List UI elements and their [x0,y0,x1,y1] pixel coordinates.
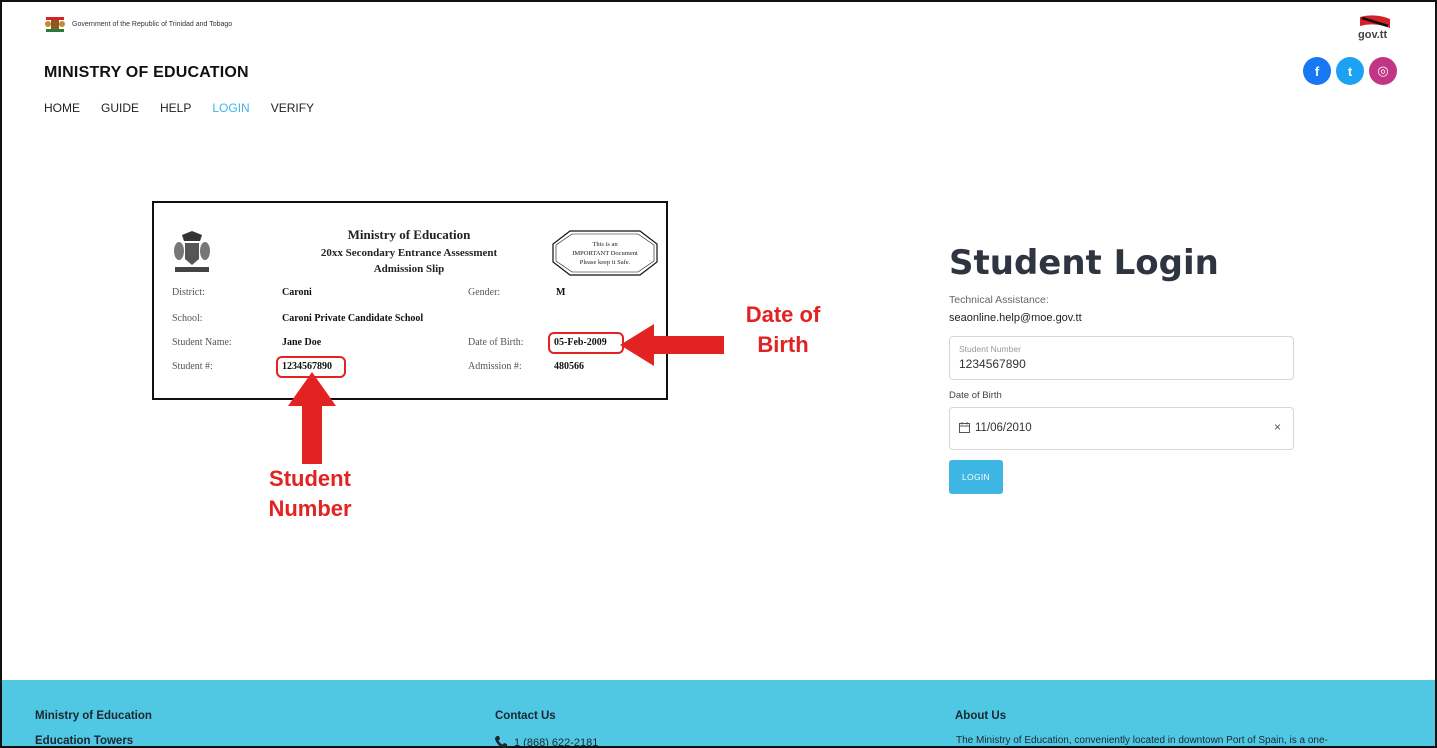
facebook-icon[interactable]: f [1303,57,1331,85]
dob-highlight [548,332,624,354]
login-title: Student Login [949,243,1219,283]
clear-icon[interactable]: × [1274,420,1281,434]
nav-home[interactable]: HOME [44,101,80,115]
student-name-label: Student Name: [172,337,232,348]
login-button[interactable]: LOGIN [949,460,1003,494]
stamp-line: IMPORTANT Document [572,250,638,257]
nav-verify[interactable]: VERIFY [271,101,314,115]
instagram-icon[interactable]: ◎ [1369,57,1397,85]
coat-of-arms-icon [45,17,65,32]
student-number-arrow-icon [288,372,336,464]
school-value: Caroni Private Candidate School [282,313,424,324]
footer-address: Education Towers [35,735,134,747]
annotation-line: Date of [745,302,821,327]
twitter-icon[interactable]: t [1336,57,1364,85]
annotation-line: Birth [757,332,809,357]
slip-title: Ministry of Education [347,227,471,242]
slip-subtitle: 20xx Secondary Entrance Assessment [320,247,498,259]
social-links: f t ◎ [1303,57,1397,85]
ministry-title: MINISTRY OF EDUCATION [44,64,249,81]
gov-tt-logo[interactable]: gov.tt [1357,14,1393,42]
district-label: District: [172,287,205,298]
date-of-birth-value[interactable]: 11/06/2010 [975,422,1032,434]
admission-slip-image: Ministry of Education 20xx Secondary Ent… [152,201,668,400]
calendar-icon [959,422,970,433]
annotation-line: Student [269,466,351,491]
coat-of-arms-icon [174,231,210,272]
dob-annotation: Date of Birth [728,300,838,360]
technical-assistance-email[interactable]: seaonline.help@moe.gov.tt [949,312,1082,324]
admission-label: Admission #: [468,361,522,372]
district-value: Caroni [282,287,312,298]
government-bar: Government of the Republic of Trinidad a… [44,14,232,34]
footer-contact-title: Contact Us [495,710,556,722]
student-number-field[interactable]: Student Number [949,336,1294,380]
admission-value: 480566 [554,361,584,372]
nav-login[interactable]: LOGIN [212,101,249,115]
stamp-line: Please keep it Safe. [579,259,631,266]
footer: Ministry of Education Education Towers C… [2,680,1435,747]
date-of-birth-field[interactable]: 11/06/2010 × [949,407,1294,450]
footer-ministry-title: Ministry of Education [35,710,152,722]
gender-label: Gender: [468,287,501,298]
slip-header: Ministry of Education 20xx Secondary Ent… [294,227,524,275]
stamp-line: This is an [592,241,618,248]
student-name-value: Jane Doe [282,337,322,348]
nav-guide[interactable]: GUIDE [101,101,139,115]
student-number-annotation: Student Number [250,464,370,524]
nav-help[interactable]: HELP [160,101,191,115]
student-number-input[interactable] [959,357,1279,371]
footer-about-title: About Us [955,710,1007,722]
government-text: Government of the Republic of Trinidad a… [72,20,233,28]
flag-icon [1360,15,1390,28]
footer-about-text: The Ministry of Education, conveniently … [956,735,1328,746]
annotation-line: Number [268,496,352,521]
gender-value: M [556,287,566,298]
phone-icon [495,736,507,748]
student-number-field-label: Student Number [959,344,1021,354]
gov-tt-text: gov.tt [1358,29,1388,41]
main-nav: HOME GUIDE HELP LOGIN VERIFY [44,101,314,115]
student-number-label: Student #: [172,361,213,372]
footer-phone[interactable]: 1 (868) 622-2181 [514,737,598,748]
dob-arrow-icon [620,324,724,366]
technical-assistance-label: Technical Assistance: [949,294,1049,306]
slip-doc-name: Admission Slip [373,263,445,275]
stamp-text: This is an IMPORTANT Document Please kee… [552,240,658,267]
school-label: School: [172,313,203,324]
date-of-birth-label: Date of Birth [949,390,1002,401]
dob-label: Date of Birth: [468,337,524,348]
